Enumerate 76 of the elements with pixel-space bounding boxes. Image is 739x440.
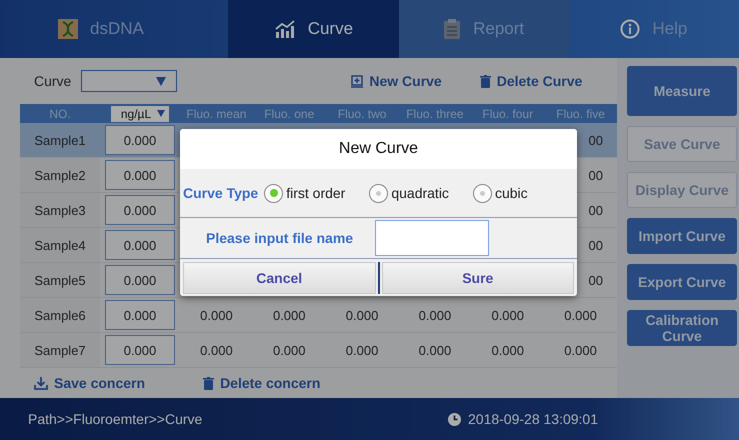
table-row[interactable]: Sample7 0.000 0.000 0.000 0.000 0.000 0.000 0.000 [20,333,617,368]
tab[interactable]: Curve [228,0,398,58]
radio-button[interactable] [369,184,388,202]
column-header: Fluo. three [405,106,465,122]
concentration-field[interactable]: 0.000 [105,195,175,225]
radio-button[interactable] [472,184,492,202]
table-cell: Sample7 [20,333,100,367]
datetime-text: 2018-09-28 13:09:01 [468,411,598,427]
file-name-field[interactable] [375,220,490,256]
table-cell-text: 00 [588,236,604,254]
file-name-label: Please input file name [206,230,354,246]
toolbar-button[interactable]: Delete Curve [466,73,596,89]
radio-label: first order [286,185,346,201]
table-cell-text: 00 [588,132,604,150]
radio-button[interactable] [264,184,284,202]
sidebar-button[interactable]: Import Curve [627,218,737,254]
concentration-field[interactable]: 0.000 [105,125,175,155]
concentration-field[interactable]: 0.000 [105,300,175,330]
table-cell-text: 00 [588,166,604,184]
curve-dropdown[interactable] [81,70,178,92]
action-button[interactable]: Save concern [20,375,160,391]
table-cell: Sample2 [20,158,100,192]
radio-label: quadratic [391,185,449,201]
dialog-button[interactable]: Sure [382,262,574,294]
dna-icon [58,19,78,39]
table-cell-text: 0.000 [418,306,452,324]
column-header: NO. [48,106,72,122]
action-button[interactable]: Delete concern [189,375,334,391]
table-cell-text: 0.000 [563,306,598,324]
table-cell-text: 0.000 [563,342,598,360]
clipboard-icon [443,19,462,39]
info-icon [620,19,640,39]
concentration-field[interactable]: 0.000 [105,160,175,190]
dialog-title: New Curve [180,129,577,169]
caret-icon [156,76,166,86]
table-cell: Sample3 [20,193,100,227]
column-header: Fluo. two [336,106,388,122]
table-cell-text: 0.000 [490,342,526,360]
caret-icon [157,110,166,117]
clock-icon [448,412,461,426]
concentration-field[interactable]: 0.000 [105,230,175,260]
curve-label: Curve [34,73,72,89]
trash-icon [203,376,214,390]
table-cell-text: 0.000 [199,306,234,324]
table-row[interactable]: Sample6 0.000 0.000 0.000 0.000 0.000 0.000 0.000 [20,298,617,333]
download-icon [34,376,48,390]
add-icon [351,74,364,88]
toolbar-button[interactable]: New Curve [337,73,456,89]
path-text: Path>>Fluoroemter>>Curve [28,411,204,427]
table-cell-text: 0.000 [344,306,380,324]
sidebar-button[interactable]: Measure [627,66,737,116]
trash-icon [480,74,491,88]
table-cell: Sample5 [20,263,100,297]
table-cell-text: 00 [588,202,604,220]
table-cell-text: 0.000 [418,342,452,360]
table-cell-text: 00 [588,272,604,290]
sidebar-button[interactable]: Export Curve [627,264,737,300]
column-header: Fluo. four [481,106,534,122]
chart-icon [274,20,296,38]
radio-label: cubic [494,185,528,201]
column-header: Fluo. five [555,106,606,122]
table-cell-text: 0.000 [490,306,526,324]
table-cell: Sample6 [20,298,100,332]
table-cell-text: 0.000 [344,342,380,360]
dialog-button[interactable]: Cancel [183,262,376,294]
unit-dropdown[interactable]: ng/µL [110,106,170,122]
column-header: Fluo. mean [185,106,248,122]
curve-type-label: Curve Type [183,185,258,201]
sidebar-button[interactable]: Calibration Curve [627,310,737,346]
table-cell-text: 0.000 [272,342,307,360]
table-cell: Sample4 [20,228,100,262]
column-header: Fluo. one [263,106,316,122]
concentration-field[interactable]: 0.000 [105,335,175,365]
table-cell-text: 0.000 [199,342,234,360]
concentration-field[interactable]: 0.000 [105,265,175,295]
table-cell-text: 0.000 [272,306,307,324]
